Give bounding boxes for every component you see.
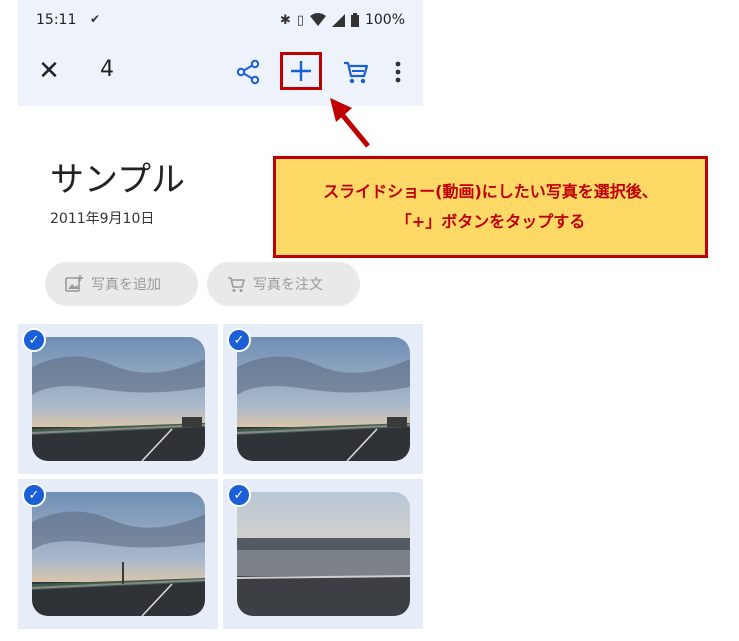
add-photos-label: 写真を追加	[91, 277, 161, 293]
selected-count: 4	[100, 57, 114, 82]
album-date: 2011年9月10日	[50, 211, 155, 227]
wifi-icon	[309, 13, 326, 26]
album-title: サンプル	[50, 160, 185, 200]
photo-thumbnail	[32, 492, 205, 616]
selected-check-icon[interactable]: ✓	[22, 483, 46, 507]
battery-percent: 100%	[364, 12, 405, 28]
share-icon[interactable]	[234, 58, 262, 86]
data-saver-icon: ✔	[90, 12, 101, 26]
photo-thumbnail	[237, 337, 410, 461]
photo-thumbnail	[32, 337, 205, 461]
photo-thumbnail	[237, 492, 410, 616]
add-button[interactable]	[280, 52, 322, 90]
cart-icon[interactable]	[342, 58, 370, 86]
annotation-arrow	[330, 98, 370, 148]
status-time: 15:11	[36, 12, 77, 28]
add-photo-icon	[65, 275, 83, 292]
selected-check-icon[interactable]: ✓	[227, 328, 251, 352]
order-photos-chip[interactable]: 写真を注文	[207, 262, 360, 306]
status-bar: 15:11 ✔ ✱ ▯ 100%	[18, 0, 423, 38]
photo-cell[interactable]: ✓	[223, 324, 423, 474]
cart-icon	[228, 277, 245, 292]
signal-icon	[331, 13, 345, 27]
vibrate-icon: ▯	[296, 12, 304, 28]
callout-line-1: スライドショー(動画)にしたい写真を選択後、	[323, 182, 658, 201]
add-photos-chip[interactable]: 写真を追加	[45, 262, 198, 306]
status-icons: ✱ ▯ 100%	[280, 12, 405, 28]
close-icon[interactable]: ✕	[36, 58, 62, 84]
more-vert-icon[interactable]	[390, 58, 406, 86]
add-icon	[291, 61, 311, 81]
photo-cell[interactable]: ✓	[223, 479, 423, 629]
selected-check-icon[interactable]: ✓	[227, 483, 251, 507]
photo-grid: ✓ ✓ ✓ ✓	[18, 324, 423, 630]
battery-icon	[350, 13, 359, 27]
callout-line-2: 「+」ボタンをタップする	[395, 212, 586, 231]
photo-cell[interactable]: ✓	[18, 324, 218, 474]
bluetooth-icon: ✱	[279, 12, 291, 28]
instruction-callout: スライドショー(動画)にしたい写真を選択後、 「+」ボタンをタップする	[273, 156, 708, 258]
order-photos-label: 写真を注文	[253, 277, 323, 293]
selected-check-icon[interactable]: ✓	[22, 328, 46, 352]
photo-cell[interactable]: ✓	[18, 479, 218, 629]
